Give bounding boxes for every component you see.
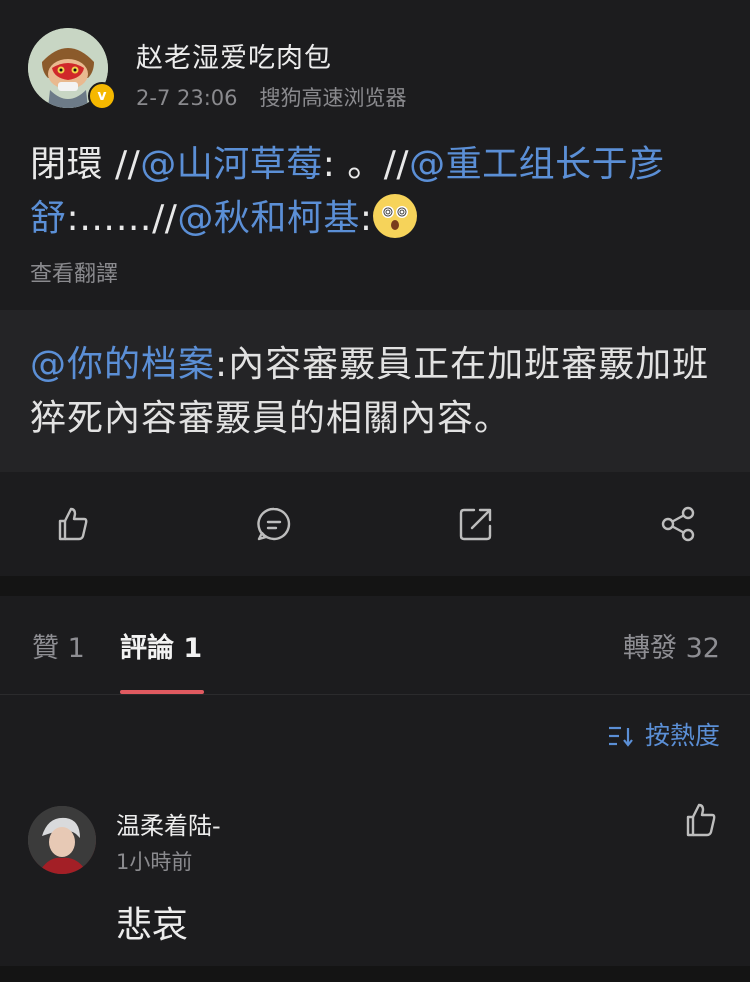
sort-icon <box>607 721 635 750</box>
tab-likes[interactable]: 贊 1 <box>32 626 85 665</box>
section-divider <box>0 576 750 596</box>
author-name[interactable]: 赵老湿爱吃肉包 <box>136 36 332 75</box>
verified-badge-icon: v <box>88 82 116 110</box>
body-segment: :……// <box>66 198 178 239</box>
dizzy-face-emoji-icon <box>372 194 417 238</box>
translate-link[interactable]: 查看翻譯 <box>30 256 118 288</box>
post-time: 2-7 23:06 <box>136 86 238 110</box>
sort-button[interactable]: 按熱度 <box>607 716 720 752</box>
body-segment: : <box>359 198 373 239</box>
action-bar <box>0 472 750 576</box>
comment-icon[interactable] <box>254 504 294 544</box>
bottom-divider <box>0 966 750 982</box>
repost-icon[interactable] <box>456 504 496 544</box>
tab-reposts[interactable]: 轉發 32 <box>623 626 720 665</box>
post-meta: 2-7 23:06 搜狗高速浏览器 <box>136 82 407 112</box>
post-source: 搜狗高速浏览器 <box>259 86 407 110</box>
comment-like-icon[interactable] <box>680 800 720 840</box>
commenter-name[interactable]: 温柔着陆- <box>116 806 221 841</box>
active-tab-indicator <box>120 690 204 694</box>
comment-time: 1小時前 <box>116 850 193 874</box>
quoted-text: @你的档案:內容審覈員正在加班審覈加班猝死內容審覈員的相關內容。 <box>30 338 720 446</box>
post-body: 閉環 //@山河草莓: 。//@重工组长于彦舒:……//@秋和柯基: <box>30 138 720 246</box>
sort-label: 按熱度 <box>644 721 720 750</box>
quoted-post[interactable]: @你的档案:內容審覈員正在加班審覈加班猝死內容審覈員的相關內容。 <box>0 310 750 472</box>
mention-link[interactable]: @山河草莓 <box>140 144 323 185</box>
post-card: v 赵老湿爱吃肉包 2-7 23:06 搜狗高速浏览器 閉環 //@山河草莓: 。… <box>0 0 750 310</box>
mention-link[interactable]: @你的档案 <box>30 344 215 385</box>
mention-link[interactable]: @秋和柯基 <box>177 198 360 239</box>
tab-comments[interactable]: 評論 1 <box>120 626 202 665</box>
commenter-avatar[interactable] <box>28 806 96 874</box>
like-icon[interactable] <box>52 504 92 544</box>
body-prefix: 閉環 // <box>30 144 141 185</box>
body-segment: : 。// <box>322 144 410 185</box>
share-icon[interactable] <box>658 504 698 544</box>
comment-text: 悲哀 <box>116 905 189 946</box>
tab-bar: 贊 1 評論 1 轉發 32 <box>0 596 750 695</box>
